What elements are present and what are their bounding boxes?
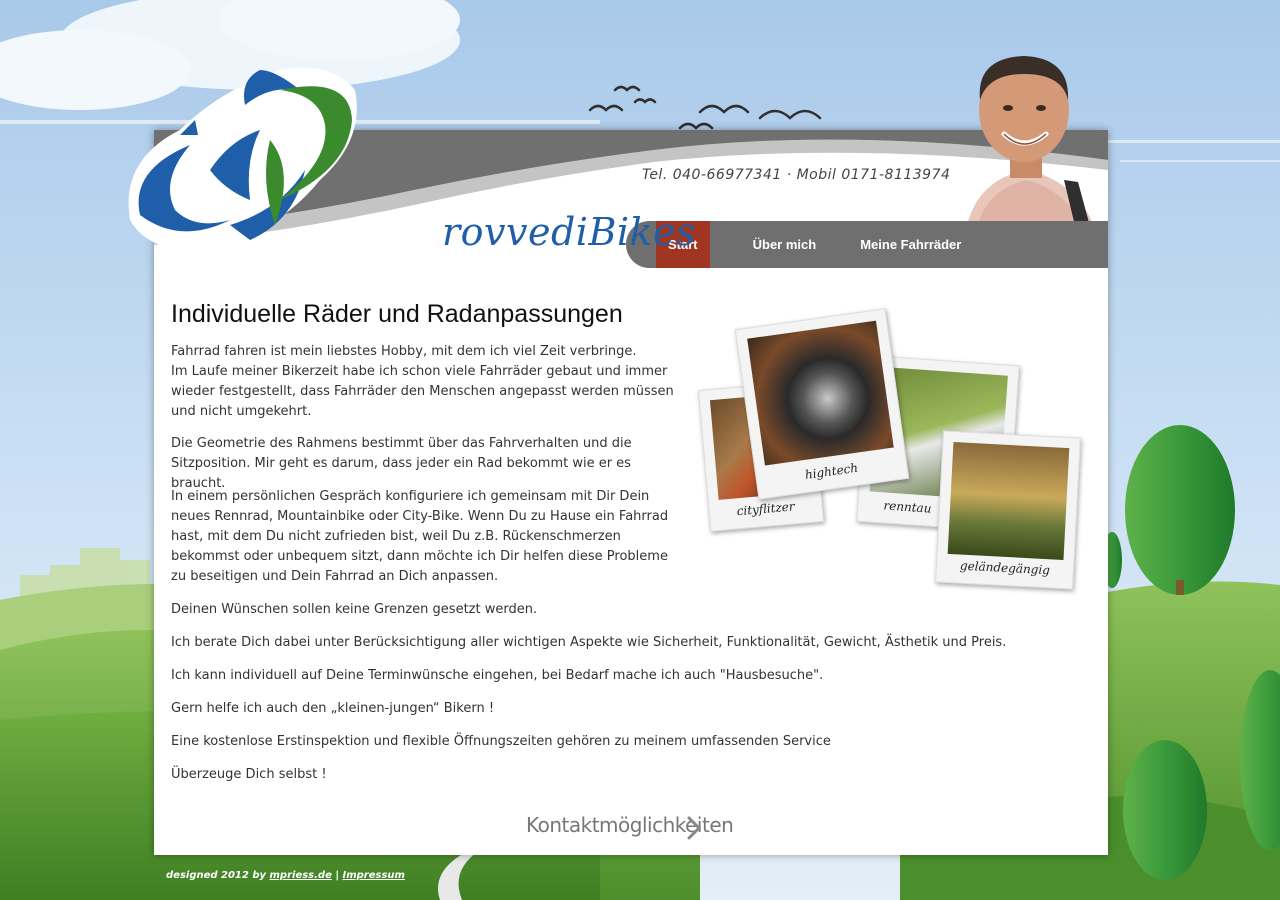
footer: designed 2012 by mpriess.de | Impressum bbox=[166, 870, 405, 881]
footer-credit: designed 2012 by bbox=[166, 870, 267, 881]
logo-text: rovvediBikes bbox=[442, 210, 697, 254]
aspects-paragraph: Ich berate Dich dabei unter Berücksichti… bbox=[171, 635, 1007, 650]
hightech-image bbox=[747, 320, 894, 466]
kids-paragraph: Gern helfe ich auch den „kleinen-jungen“… bbox=[171, 701, 495, 716]
impressum-link[interactable]: Impressum bbox=[343, 870, 405, 881]
phone-numbers: Tel. 040-66977341 · Mobil 0171-8113974 bbox=[642, 167, 951, 183]
main-navigation: Start Über mich Meine Fahrräder bbox=[626, 221, 1108, 268]
house-calls-paragraph: Ich kann individuell auf Deine Terminwün… bbox=[171, 668, 824, 683]
consultation-paragraph: In einem persönlichen Gespräch konfiguri… bbox=[171, 489, 669, 584]
gelaendegaengig-image bbox=[947, 442, 1070, 560]
closing-paragraph: Überzeuge Dich selbst ! bbox=[171, 767, 327, 782]
footer-separator: | bbox=[335, 870, 340, 881]
intro-paragraph: Fahrrad fahren ist mein liebstes Hobby, … bbox=[171, 342, 686, 422]
contact-link[interactable]: Kontaktmöglichkeiten bbox=[526, 813, 734, 837]
service-paragraph: Eine kostenlose Erstinspektion und flexi… bbox=[171, 734, 831, 749]
page-title: Individuelle Räder und Radanpassungen bbox=[171, 300, 623, 328]
caption-cityflitzer: cityflitzer bbox=[736, 499, 796, 519]
intro-line-1: Fahrrad fahren ist mein liebstes Hobby, … bbox=[171, 344, 637, 359]
gallery-photo-gelaendegaengig[interactable]: geländegängig bbox=[935, 430, 1081, 590]
nav-item-meine-fahrraeder[interactable]: Meine Fahrräder bbox=[843, 221, 978, 268]
nav-item-ueber-mich[interactable]: Über mich bbox=[736, 221, 834, 268]
wishes-paragraph: Deinen Wünschen sollen keine Grenzen ges… bbox=[171, 602, 538, 617]
designer-link[interactable]: mpriess.de bbox=[270, 870, 332, 881]
geometry-paragraph: Die Geometrie des Rahmens bestimmt über … bbox=[171, 436, 632, 491]
chevron-right-icon[interactable] bbox=[686, 815, 702, 841]
caption-gelaendegaengig: geländegängig bbox=[959, 558, 1051, 578]
logo[interactable]: rovvediBikes bbox=[120, 50, 696, 260]
intro-line-2: Im Laufe meiner Bikerzeit habe ich schon… bbox=[171, 364, 674, 419]
gallery-photo-hightech[interactable]: hightech bbox=[734, 308, 910, 500]
portrait-photo bbox=[966, 56, 1096, 230]
